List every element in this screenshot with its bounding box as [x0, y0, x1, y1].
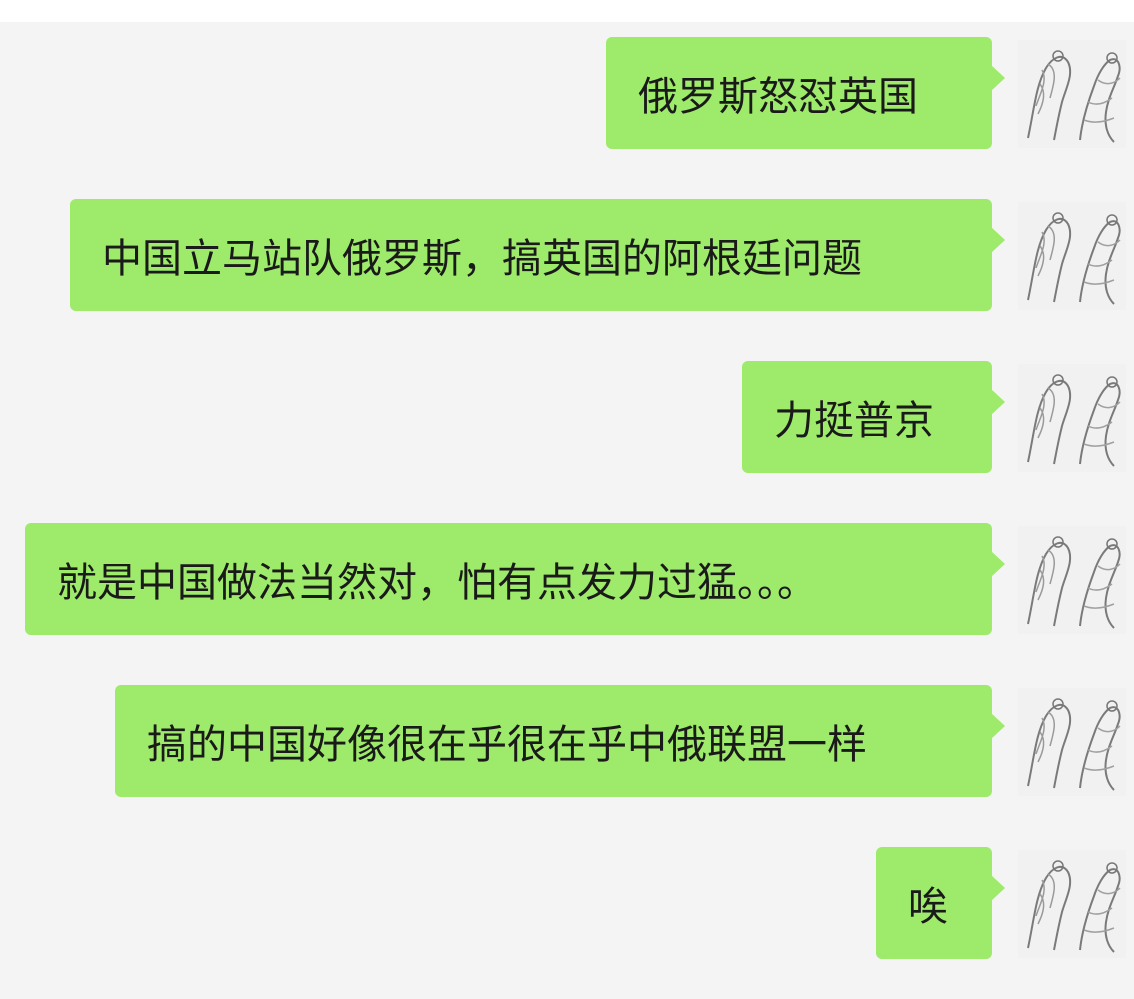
message-bubble[interactable]: 就是中国做法当然对，怕有点发力过猛。。。 — [25, 523, 992, 635]
chat-message-list[interactable]: 俄罗斯怒怼英国 中国立马站队俄罗斯，搞英国的阿根廷问题 力挺普京 就是中国做法当… — [0, 22, 1134, 999]
chat-message: 俄罗斯怒怼英国 — [0, 37, 1134, 149]
message-text: 就是中国做法当然对，怕有点发力过猛。。。 — [57, 560, 817, 606]
message-text: 中国立马站队俄罗斯，搞英国的阿根廷问题 — [102, 236, 862, 282]
bubble-tail — [991, 227, 1005, 253]
user-avatar-icon[interactable] — [1018, 850, 1126, 958]
bubble-tail — [991, 551, 1005, 577]
message-bubble[interactable]: 唉 — [876, 847, 992, 959]
bubble-tail — [991, 65, 1005, 91]
message-text: 搞的中国好像很在乎很在乎中俄联盟一样 — [147, 722, 867, 768]
user-avatar-icon[interactable] — [1018, 688, 1126, 796]
message-bubble[interactable]: 中国立马站队俄罗斯，搞英国的阿根廷问题 — [70, 199, 992, 311]
bubble-tail — [991, 713, 1005, 739]
message-bubble[interactable]: 力挺普京 — [742, 361, 992, 473]
chat-message: 就是中国做法当然对，怕有点发力过猛。。。 — [0, 523, 1134, 635]
chat-message: 中国立马站队俄罗斯，搞英国的阿根廷问题 — [0, 199, 1134, 311]
message-bubble[interactable]: 搞的中国好像很在乎很在乎中俄联盟一样 — [115, 685, 992, 797]
user-avatar-icon[interactable] — [1018, 40, 1126, 148]
top-bar — [0, 0, 1134, 22]
user-avatar-icon[interactable] — [1018, 202, 1126, 310]
message-bubble[interactable]: 俄罗斯怒怼英国 — [606, 37, 992, 149]
user-avatar-icon[interactable] — [1018, 364, 1126, 472]
message-text: 力挺普京 — [774, 398, 934, 444]
message-text: 俄罗斯怒怼英国 — [638, 74, 918, 120]
bubble-tail — [991, 389, 1005, 415]
user-avatar-icon[interactable] — [1018, 526, 1126, 634]
chat-message: 搞的中国好像很在乎很在乎中俄联盟一样 — [0, 685, 1134, 797]
bubble-tail — [991, 875, 1005, 901]
message-text: 唉 — [908, 884, 948, 930]
chat-message: 力挺普京 — [0, 361, 1134, 473]
chat-message: 唉 — [0, 847, 1134, 959]
